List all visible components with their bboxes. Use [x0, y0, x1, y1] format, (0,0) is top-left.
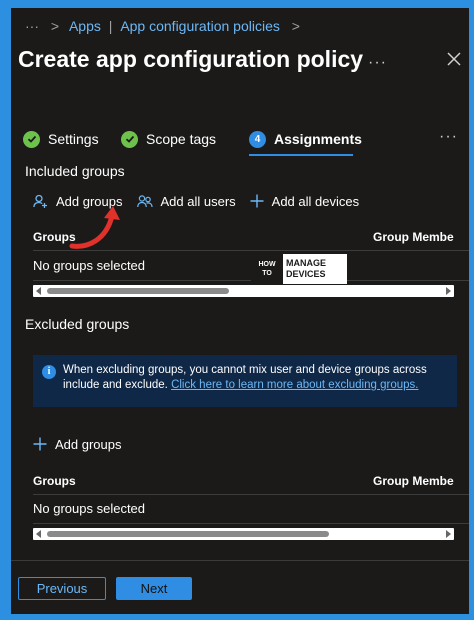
learn-more-link[interactable]: Click here to learn more about excluding… [171, 379, 418, 391]
horizontal-scrollbar[interactable] [33, 285, 454, 297]
breadcrumb-divider: | [108, 18, 113, 34]
scrollbar-thumb[interactable] [47, 531, 329, 537]
breadcrumb-item-apps[interactable]: Apps [69, 18, 101, 34]
close-icon[interactable] [447, 52, 461, 66]
table-row: No groups selected [33, 501, 146, 516]
breadcrumb-more-button[interactable]: ··· [25, 18, 39, 34]
more-options-button[interactable]: ··· [368, 54, 387, 72]
scroll-left-arrow-icon[interactable] [36, 287, 41, 295]
table-divider [33, 523, 469, 524]
breadcrumb-item-app-config[interactable]: App configuration policies [120, 18, 280, 34]
scrollbar-thumb[interactable] [47, 288, 229, 294]
policy-panel: ··· > Apps | App configuration policies … [11, 8, 469, 614]
column-header-group-membership[interactable]: Group Membe [373, 230, 454, 244]
breadcrumb-trailing-chevron: > [291, 18, 300, 34]
breadcrumb-sep: > [50, 18, 60, 34]
add-all-users-button[interactable]: Add all users [136, 193, 236, 209]
tab-settings[interactable]: Settings [23, 122, 99, 156]
checkmark-icon [121, 130, 138, 148]
users-icon [136, 194, 153, 207]
breadcrumb: ··· > Apps | App configuration policies … [25, 18, 304, 34]
info-icon: i [42, 365, 56, 379]
tab-label: Assignments [274, 131, 362, 147]
watermark-logo: HOW TO MANAGE DEVICES [251, 254, 347, 284]
column-header-groups[interactable]: Groups [33, 474, 76, 488]
next-button[interactable]: Next [116, 577, 192, 600]
excluded-actions: Add groups [33, 433, 136, 455]
plus-icon [250, 194, 264, 208]
step-number-badge: 4 [249, 130, 266, 148]
tab-label: Scope tags [146, 131, 217, 147]
info-message: When excluding groups, you cannot mix us… [63, 363, 443, 393]
horizontal-scrollbar[interactable] [33, 528, 454, 540]
included-groups-heading: Included groups [25, 163, 125, 179]
wizard-tabs: Settings Scope tags 4 Assignments ··· [23, 122, 463, 156]
tabs-more-button[interactable]: ··· [439, 128, 458, 146]
add-groups-label: Add groups [55, 436, 122, 452]
scroll-left-arrow-icon[interactable] [36, 530, 41, 538]
excluded-table-header: Groups Group Membe [33, 470, 469, 494]
annotation-arrow-icon [69, 206, 120, 249]
footer-divider [11, 560, 469, 561]
add-all-devices-label: Add all devices [271, 193, 360, 209]
table-row: No groups selected [33, 258, 146, 273]
plus-icon [33, 437, 47, 451]
page-title: Create app configuration policy [18, 46, 364, 72]
add-all-users-label: Add all users [160, 193, 236, 209]
add-excluded-groups-button[interactable]: Add groups [33, 437, 122, 452]
add-user-icon [33, 194, 47, 208]
outer-frame: ··· > Apps | App configuration policies … [0, 0, 474, 620]
checkmark-icon [23, 130, 40, 148]
scroll-right-arrow-icon[interactable] [446, 530, 451, 538]
tab-label: Settings [48, 131, 99, 147]
tab-scope-tags[interactable]: Scope tags [121, 122, 216, 156]
table-divider [33, 494, 469, 495]
excluded-groups-heading: Excluded groups [25, 316, 130, 332]
scroll-right-arrow-icon[interactable] [446, 287, 451, 295]
add-all-devices-button[interactable]: Add all devices [250, 194, 359, 209]
active-tab-indicator [249, 154, 353, 156]
tab-assignments[interactable]: 4 Assignments [249, 122, 362, 156]
column-header-group-membership[interactable]: Group Membe [373, 474, 454, 488]
previous-button[interactable]: Previous [18, 577, 106, 600]
info-banner: i When excluding groups, you cannot mix … [33, 355, 457, 407]
